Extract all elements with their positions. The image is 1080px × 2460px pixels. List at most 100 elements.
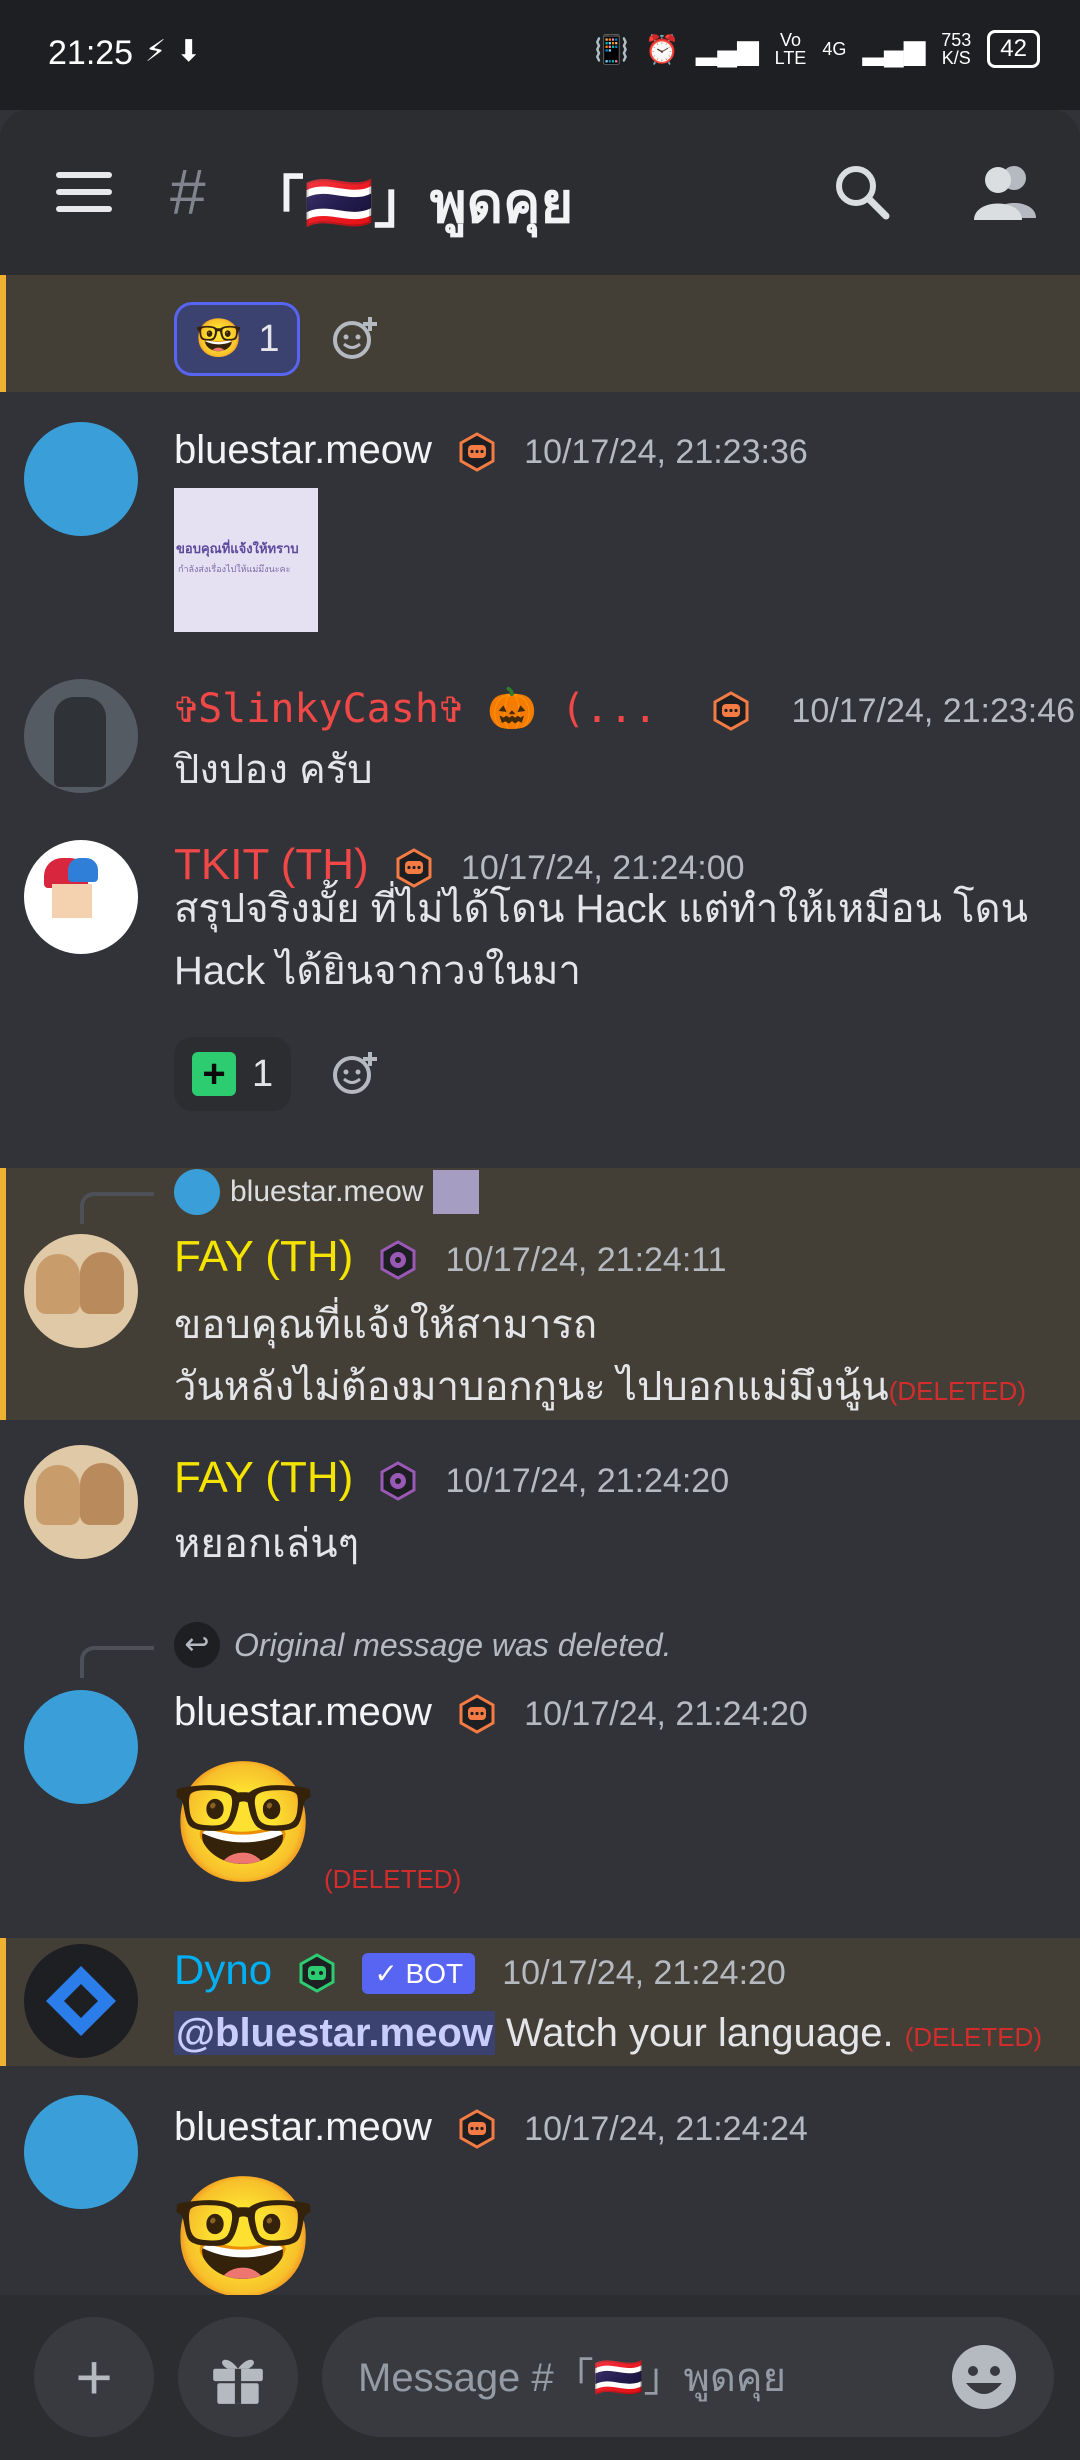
dyno-logo-icon xyxy=(46,1966,116,2036)
reaction-plus[interactable]: + 1 xyxy=(174,1037,292,1111)
role-badge-icon xyxy=(459,1694,495,1735)
emoji-picker-icon[interactable] xyxy=(946,2339,1022,2415)
message-feed[interactable]: 🤓 1 bluestar.meow 10/17/24, 21:23:36 ขอบ… xyxy=(0,275,1080,2295)
deleted-tag: (DELETED) xyxy=(904,2022,1042,2052)
reply-arrow-icon: ↩ xyxy=(174,1622,220,1668)
timestamp: 10/17/24, 21:24:20 xyxy=(445,1462,730,1500)
avatar-face xyxy=(52,884,92,918)
author-row: Dyno ✓ BOT 10/17/24, 21:24:20 xyxy=(174,1946,786,1994)
reply-avatar xyxy=(174,1169,220,1215)
message-text: ปิงปอง ครับ xyxy=(174,748,373,792)
reply-connector xyxy=(80,1646,154,1678)
composer-bar: + Message #「🇹🇭」พูดคุย xyxy=(0,2295,1080,2460)
reaction-nerd[interactable]: 🤓 1 xyxy=(174,302,301,376)
message-text: สรุปจริงมั้ย ที่ไม่ได้โดน Hack แต่ทำให้เ… xyxy=(174,887,1028,993)
status-left-icons: ⚡⬇ xyxy=(145,34,211,69)
battery-icon: 42 xyxy=(987,30,1040,68)
gift-button[interactable] xyxy=(178,2317,298,2437)
message-line-1: ขอบคุณที่แจ้งให้สามารถ xyxy=(174,1303,598,1347)
avatar-hair-2 xyxy=(68,858,98,882)
message-input[interactable]: Message #「🇹🇭」พูดคุย xyxy=(322,2317,1054,2437)
author-name[interactable]: bluestar.meow xyxy=(174,1690,432,1734)
members-icon[interactable] xyxy=(970,160,1040,222)
avatar[interactable] xyxy=(24,679,138,793)
author-name[interactable]: ✞SlinkyCash✞ 🎃 (... xyxy=(174,686,657,732)
message-text: หยอกเล่นๆ xyxy=(174,1522,360,1566)
big-emoji: 🤓 xyxy=(170,1757,317,1889)
menu-icon[interactable] xyxy=(56,172,112,212)
author-row: bluestar.meow 10/17/24, 21:24:20 xyxy=(174,1690,808,1735)
avatar[interactable] xyxy=(24,840,138,954)
timestamp: 10/17/24, 21:24:11 xyxy=(445,1241,727,1279)
status-time: 21:25 xyxy=(48,34,134,72)
image-icon xyxy=(433,1170,480,1214)
avatar[interactable] xyxy=(24,1690,138,1804)
author-name[interactable]: FAY (TH) xyxy=(174,1453,353,1502)
avatar[interactable] xyxy=(24,1944,138,2058)
author-row: bluestar.meow 10/17/24, 21:24:24 xyxy=(174,2105,808,2150)
avatar[interactable] xyxy=(24,1234,138,1348)
message[interactable]: ✞SlinkyCash✞ 🎃 (... 10/17/24, 21:23:46 ป… xyxy=(0,677,1080,797)
timestamp: 10/17/24, 21:23:36 xyxy=(524,433,808,471)
message-text: ขอบคุณที่แจ้งให้สามารถ วันหลังไม่ต้องมาบ… xyxy=(174,1294,1054,1422)
message-line-2: วันหลังไม่ต้องมาบอกกูนะ ไปบอกแม่มึงนู้น(… xyxy=(174,1365,1026,1409)
timestamp: 10/17/24, 21:24:20 xyxy=(524,1695,808,1733)
timestamp: 10/17/24, 21:24:20 xyxy=(502,1954,786,1992)
message[interactable]: bluestar.meow 10/17/24, 21:23:36 ขอบคุณท… xyxy=(0,420,1080,632)
channel-header: # 「🇹🇭」พูดคุย xyxy=(0,110,1080,275)
avatar-cat xyxy=(36,1254,80,1314)
avatar[interactable] xyxy=(24,422,138,536)
big-emoji: 🤓 xyxy=(170,2172,317,2295)
message[interactable]: bluestar.meow 10/17/24, 21:24:24 🤓 xyxy=(0,2095,1080,2295)
plus-emoji-icon: + xyxy=(192,1052,236,1096)
avatar-cat-2 xyxy=(80,1252,124,1314)
timestamp: 10/17/24, 21:24:24 xyxy=(524,2110,808,2148)
reply-author: bluestar.meow xyxy=(230,1175,424,1208)
plus-button[interactable]: + xyxy=(34,2317,154,2437)
reply-deleted-note: Original message was deleted. xyxy=(234,1626,672,1663)
message[interactable]: bluestar.meow FAY (TH) 10/17/24, 21:24:1… xyxy=(0,1168,1080,1420)
channel-title[interactable]: 「🇹🇭」พูดคุย xyxy=(248,158,573,247)
add-reaction-icon[interactable] xyxy=(332,315,378,361)
message[interactable]: TKIT (TH) 10/17/24, 21:24:00 สรุปจริงมั้… xyxy=(0,840,1080,1090)
vibrate-icon: 📳 xyxy=(593,33,629,65)
role-badge-icon xyxy=(380,1461,416,1502)
download-icon: ⬇ xyxy=(176,35,212,68)
author-name[interactable]: bluestar.meow xyxy=(174,428,432,472)
timestamp: 10/17/24, 21:23:46 xyxy=(791,692,1076,730)
search-icon[interactable] xyxy=(832,162,892,222)
avatar-cat xyxy=(36,1465,80,1525)
message[interactable]: FAY (TH) 10/17/24, 21:24:20 หยอกเล่นๆ xyxy=(0,1445,1080,1575)
image-attachment[interactable]: ขอบคุณที่แจ้งให้ทราบ กำลังส่งเรื่องไปให้… xyxy=(174,488,318,632)
signal-icon: ▂▄▆ xyxy=(695,33,759,65)
image-caption-2: กำลังส่งเรื่องไปให้แม่มึงนะคะ xyxy=(178,564,291,574)
add-reaction-icon[interactable] xyxy=(332,1050,378,1096)
avatar[interactable] xyxy=(24,1445,138,1559)
avatar[interactable] xyxy=(24,2095,138,2209)
signal-icon-2: ▂▄▆ xyxy=(862,33,926,65)
reply-connector xyxy=(80,1192,154,1224)
alarm-icon: ⏰ xyxy=(644,33,680,65)
author-row: bluestar.meow 10/17/24, 21:23:36 xyxy=(174,428,808,473)
net-speed: 753 K/S xyxy=(941,30,972,68)
plus-icon: + xyxy=(75,2341,113,2413)
network-4g: 4G xyxy=(822,39,847,59)
hash-icon: # xyxy=(170,156,206,228)
mention[interactable]: @bluestar.meow xyxy=(174,2011,495,2055)
image-caption-1: ขอบคุณที่แจ้งให้ทราบ xyxy=(176,541,299,556)
robot-role-icon xyxy=(299,1953,335,1994)
bot-tag: ✓ BOT xyxy=(362,1952,476,1994)
author-name[interactable]: FAY (TH) xyxy=(174,1232,353,1281)
author-row: ✞SlinkyCash✞ 🎃 (... 10/17/24, 21:23:46 xyxy=(174,685,1075,732)
highlighted-message xyxy=(0,275,1080,392)
reaction-count: 1 xyxy=(252,1052,274,1095)
message[interactable]: Dyno ✓ BOT 10/17/24, 21:24:20 @bluestar.… xyxy=(0,1938,1080,2066)
reply-preview[interactable]: bluestar.meow xyxy=(174,1168,480,1216)
deleted-tag: (DELETED) xyxy=(888,1376,1026,1406)
reaction-count: 1 xyxy=(258,317,280,360)
avatar-figure xyxy=(54,697,106,787)
author-name[interactable]: bluestar.meow xyxy=(174,2105,432,2149)
author-name[interactable]: Dyno xyxy=(174,1946,272,1993)
message[interactable]: ↩ Original message was deleted. bluestar… xyxy=(0,1620,1080,1920)
role-badge-icon xyxy=(459,432,495,473)
